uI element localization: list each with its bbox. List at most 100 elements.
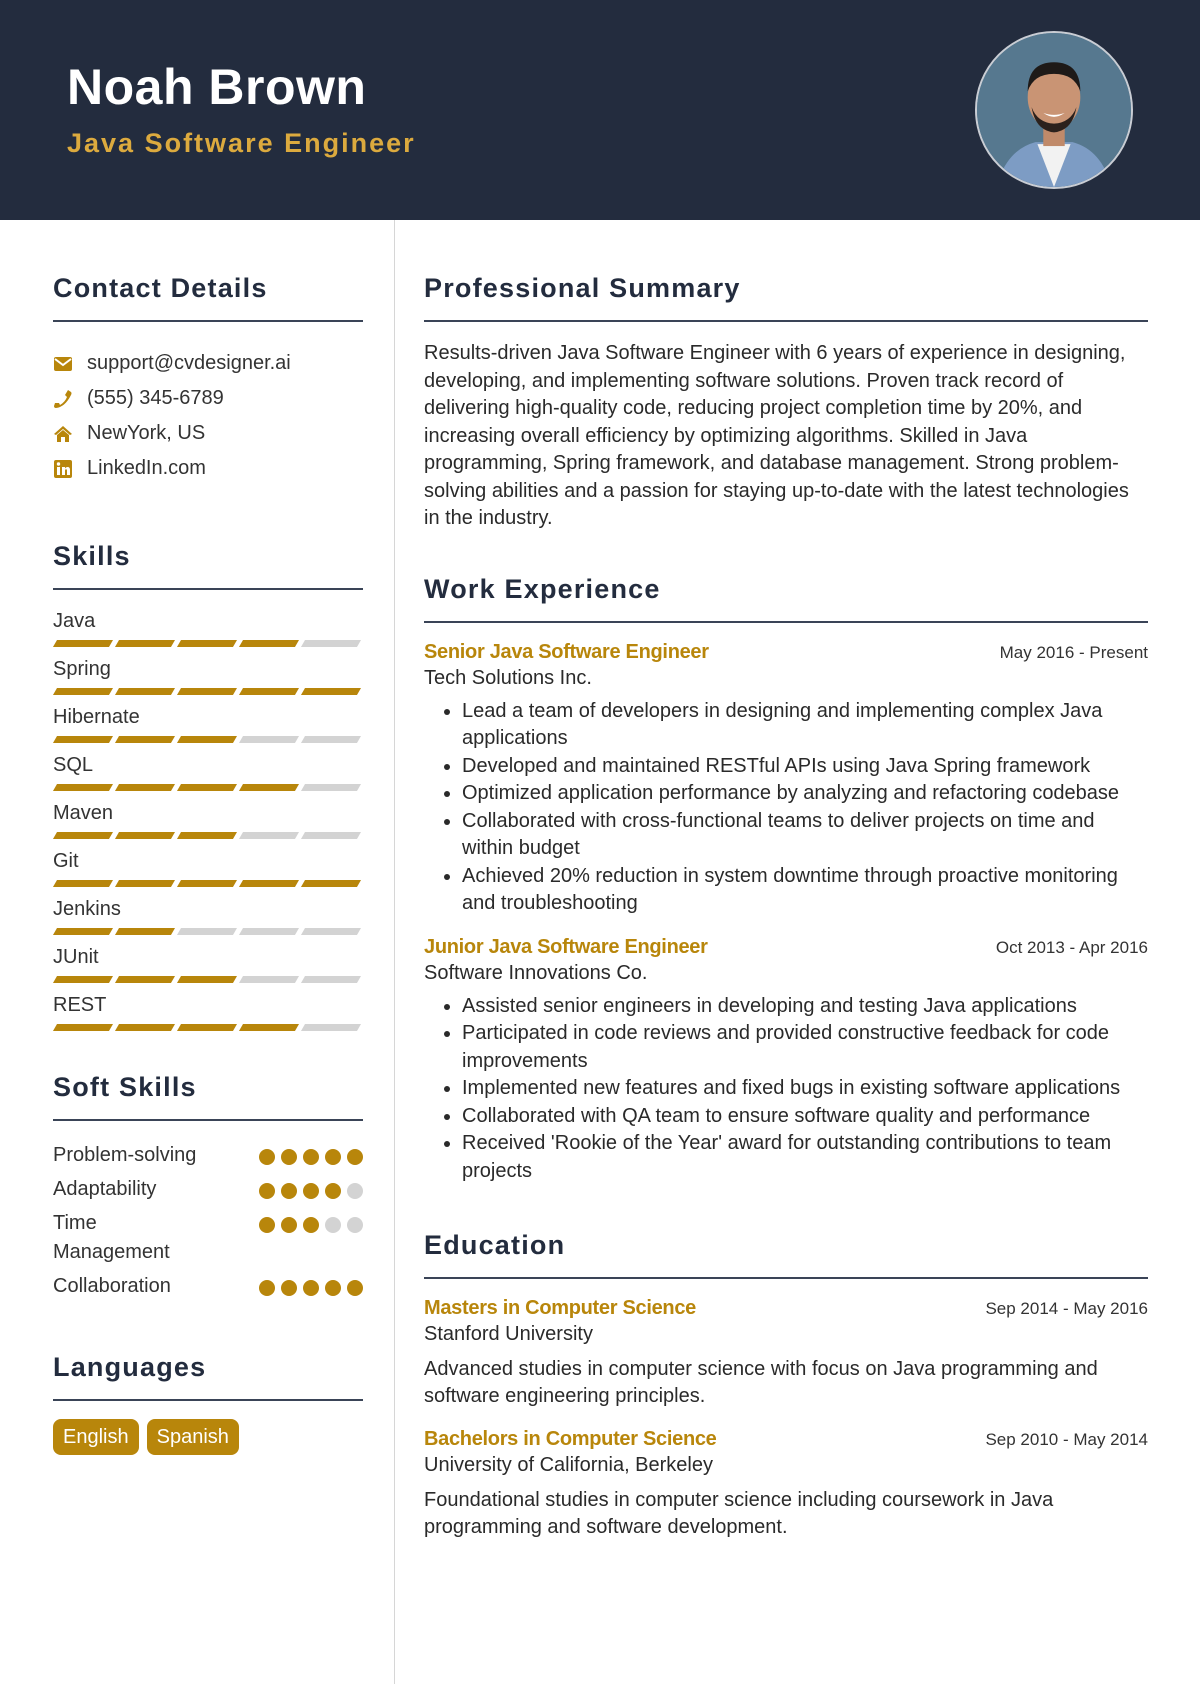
skill-segment-filled: [114, 1024, 176, 1031]
experience-title: Work Experience: [424, 573, 661, 604]
skill-segment-filled: [114, 832, 176, 839]
languages-section: Languages English Spanish: [53, 1349, 363, 1455]
skill-segment-filled: [238, 688, 300, 695]
skill-segment-filled: [176, 1024, 238, 1031]
rating-dot-filled: [259, 1183, 275, 1199]
skill-segment-filled: [238, 784, 300, 791]
skill-level-bar: [52, 688, 363, 695]
skill-level-bar: [52, 1024, 363, 1031]
skill-segment-filled: [238, 640, 300, 647]
job-bullet: Received 'Rookie of the Year' award for …: [462, 1130, 1148, 1185]
skill-segment-empty: [238, 832, 300, 839]
skills-list: Java Spring Hibernate SQL Maven Git Jenkins JUn…: [52, 608, 363, 1031]
contact-phone[interactable]: (555) 345-6789: [53, 381, 363, 416]
education-description: Foundational studies in computer science…: [424, 1489, 1054, 1538]
soft-skills-section: Soft Skills Problem-solving Adaptability T…: [53, 1069, 363, 1301]
column-divider: [394, 220, 395, 1684]
contact-phone-text: (555) 345-6789: [87, 387, 224, 409]
skill-segment-empty: [300, 1024, 362, 1031]
skill-level-bar: [52, 784, 363, 791]
skill-segment-filled: [176, 688, 238, 695]
contact-location: NewYork, US: [53, 416, 363, 451]
skill-segment-empty: [176, 928, 238, 935]
rating-dot-filled: [259, 1280, 275, 1296]
candidate-name: Noah Brown: [67, 59, 367, 115]
summary-text: Results-driven Java Software Engineer wi…: [424, 342, 1129, 529]
skill-segment-filled: [114, 688, 176, 695]
skill-name: Jenkins: [53, 898, 121, 920]
skill-segment-filled: [176, 736, 238, 743]
skill-segment-filled: [52, 880, 114, 887]
skill-segment-filled: [52, 640, 114, 647]
rating-dot-empty: [325, 1217, 341, 1233]
section-rule: [424, 1277, 1148, 1279]
skill-name: REST: [53, 994, 107, 1016]
job-company: Software Innovations Co.: [424, 961, 648, 984]
skill-segment-filled: [114, 784, 176, 791]
education-title: Education: [424, 1230, 566, 1260]
right-column: Professional Summary Results-driven Java…: [424, 270, 1148, 1541]
language-badge: Spanish: [146, 1419, 239, 1455]
skill-name: Spring: [53, 658, 111, 680]
skill-name: Java: [53, 610, 96, 632]
rating-dot-filled: [303, 1149, 319, 1165]
jobs-list: Senior Java Software Engineer May 2016 - …: [424, 641, 1148, 1186]
skill-segment-filled: [176, 784, 238, 791]
school-name: University of California, Berkeley: [424, 1454, 713, 1476]
soft-skill-item: Collaboration: [53, 1272, 363, 1301]
skills-section: Skills Java Spring Hibernate SQL Maven Git Jen…: [52, 538, 363, 1031]
skill-segment-filled: [52, 976, 114, 983]
job-title: Senior Java Software Engineer: [424, 640, 709, 663]
section-rule: [53, 1399, 363, 1401]
skill-segment-empty: [300, 736, 362, 743]
rating-dot-filled: [281, 1149, 297, 1165]
rating-dot-filled: [303, 1183, 319, 1199]
education-header: Masters in Computer Science Sep 2014 - Ma…: [424, 1297, 1148, 1320]
degree-title: Bachelors in Computer Science: [424, 1428, 717, 1450]
education-list: Masters in Computer Science Sep 2014 - Ma…: [424, 1297, 1148, 1541]
job-header: Senior Java Software Engineer May 2016 - …: [424, 641, 1148, 664]
job-bullet: Participated in code reviews and provide…: [462, 1020, 1148, 1075]
skill-item: Maven: [52, 800, 363, 839]
skill-item: Spring: [52, 656, 363, 695]
rating-dot-empty: [347, 1183, 363, 1199]
job-header: Junior Java Software Engineer Oct 2013 - …: [424, 936, 1148, 959]
languages-list: English Spanish: [53, 1419, 363, 1455]
summary-title: Professional Summary: [424, 273, 741, 303]
soft-skill-item: Adaptability: [53, 1175, 363, 1204]
skill-level-bar: [52, 880, 363, 887]
skill-name: Hibernate: [53, 706, 140, 728]
job-bullet: Collaborated with QA team to ensure soft…: [462, 1103, 1148, 1131]
job-date: Oct 2013 - Apr 2016: [995, 937, 1148, 957]
section-rule: [424, 320, 1148, 322]
soft-skills-list: Problem-solving Adaptability Time Manageme…: [53, 1141, 363, 1301]
soft-skill-item: Problem-solving: [53, 1141, 363, 1170]
skill-segment-filled: [52, 688, 114, 695]
contact-email[interactable]: support@cvdesigner.ai: [53, 346, 363, 381]
job-entry: Junior Java Software Engineer Oct 2013 - …: [424, 936, 1148, 1186]
rating-dot-filled: [325, 1149, 341, 1165]
degree-title: Masters in Computer Science: [424, 1297, 696, 1319]
skill-segment-empty: [300, 640, 362, 647]
skill-segment-filled: [52, 736, 114, 743]
linkedin-icon: [53, 459, 73, 479]
soft-skill-rating: [259, 1280, 363, 1296]
skill-segment-filled: [300, 880, 362, 887]
skill-segment-filled: [238, 880, 300, 887]
job-bullets: Lead a team of developers in designing a…: [424, 698, 1148, 918]
home-icon: [53, 424, 73, 444]
skill-segment-filled: [114, 880, 176, 887]
soft-skill-name: Time Management: [53, 1212, 170, 1263]
skill-segment-empty: [300, 976, 362, 983]
skill-segment-filled: [114, 640, 176, 647]
education-section: Education Masters in Computer Science Sep…: [424, 1227, 1148, 1541]
rating-dot-filled: [303, 1217, 319, 1233]
skill-segment-filled: [176, 640, 238, 647]
skill-segment-filled: [238, 1024, 300, 1031]
contact-linkedin[interactable]: LinkedIn.com: [53, 451, 363, 486]
contact-list: support@cvdesigner.ai (555) 345-6789 New…: [53, 346, 363, 486]
job-entry: Senior Java Software Engineer May 2016 - …: [424, 641, 1148, 918]
skill-segment-empty: [238, 976, 300, 983]
soft-skill-rating: [259, 1217, 363, 1233]
rating-dot-filled: [303, 1280, 319, 1296]
